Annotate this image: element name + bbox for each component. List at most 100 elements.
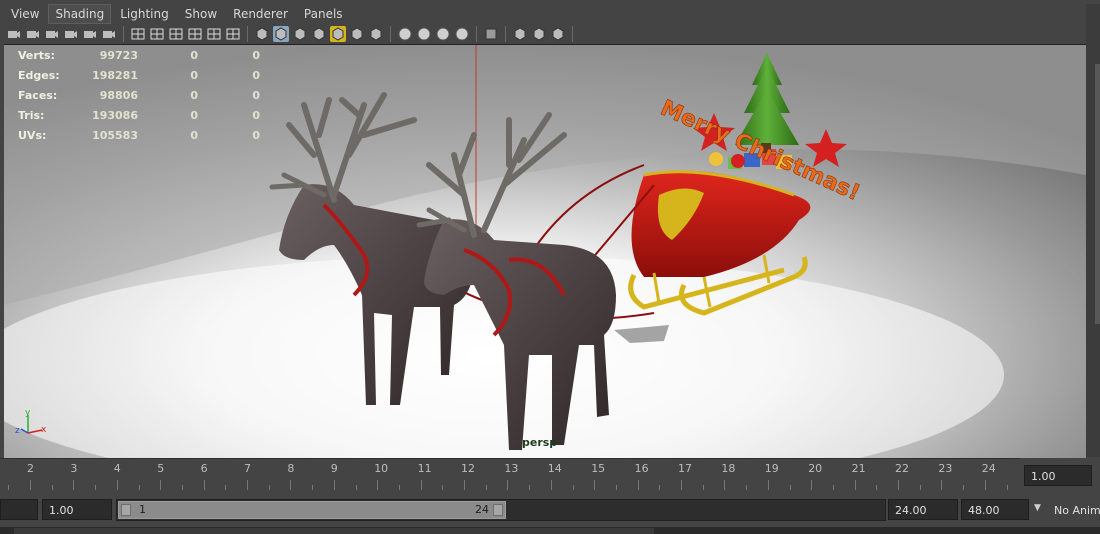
range-handle-right-cap[interactable] xyxy=(493,504,503,516)
frame-tick xyxy=(637,480,639,490)
frame-tick-label: 16 xyxy=(634,462,649,475)
grease-pencil-icon[interactable] xyxy=(101,26,117,42)
hud-value: 0 xyxy=(252,48,260,62)
xray-joints-icon[interactable] xyxy=(531,26,547,42)
hud-value: 198281 xyxy=(92,68,138,82)
film-gate-icon[interactable] xyxy=(149,26,165,42)
frame-tick xyxy=(203,480,205,490)
field-chart-icon[interactable] xyxy=(206,26,222,42)
xray-components-icon[interactable] xyxy=(550,26,566,42)
menu-renderer[interactable]: Renderer xyxy=(226,4,295,24)
frame-tick-label: 24 xyxy=(981,462,996,475)
frame-tick-label: 3 xyxy=(70,462,78,475)
scroll-grip[interactable] xyxy=(1095,64,1100,324)
frame-tick-minor xyxy=(225,485,227,490)
two-d-pan-icon[interactable] xyxy=(82,26,98,42)
playback-end-field[interactable]: 24.00 xyxy=(888,499,958,520)
frame-tick-minor xyxy=(8,485,10,490)
current-frame-field[interactable]: 1.00 xyxy=(1024,465,1092,486)
animation-end-field[interactable]: 48.00 xyxy=(961,499,1029,520)
toolbar-separator xyxy=(572,26,573,42)
hud-label: Faces: xyxy=(18,88,58,102)
frame-tick-label: 19 xyxy=(764,462,779,475)
resolution-gate-icon[interactable] xyxy=(168,26,184,42)
hud-value: 98806 xyxy=(99,88,138,102)
wireframe-icon[interactable] xyxy=(254,26,270,42)
command-line-field[interactable] xyxy=(14,528,654,534)
menu-view[interactable]: View xyxy=(4,4,46,24)
multisample-aa-icon[interactable] xyxy=(416,26,432,42)
frame-tick-minor xyxy=(876,485,878,490)
perspective-viewport[interactable]: Merry Christmas! y x z Verts: 99723 0 0 … xyxy=(4,44,1086,458)
hud-value: 105583 xyxy=(92,128,138,142)
range-slider-end-label: 24 xyxy=(475,503,489,516)
smooth-shade-icon[interactable] xyxy=(273,26,289,42)
axis-z-label: z xyxy=(15,426,20,436)
safe-title-icon[interactable] xyxy=(225,26,241,42)
frame-tick-minor xyxy=(268,485,270,490)
time-slider[interactable]: 2 3 4 5 6 7 8 9 10 11 12 13 14 15 16 17 18 19 20 21 22 23 24 xyxy=(0,458,1020,492)
frame-tick-label: 17 xyxy=(678,462,692,475)
select-camera-icon[interactable] xyxy=(6,26,22,42)
motion-blur-icon[interactable] xyxy=(397,26,413,42)
hud-value: 0 xyxy=(252,108,260,122)
frame-tick-label: 20 xyxy=(808,462,823,475)
menu-show[interactable]: Show xyxy=(178,4,224,24)
grid-icon[interactable] xyxy=(130,26,146,42)
frame-tick-label: 22 xyxy=(895,462,909,475)
frame-tick xyxy=(594,480,596,490)
frame-tick xyxy=(724,480,726,490)
isolate-select-icon[interactable] xyxy=(483,26,499,42)
hud-row: Tris: 193086 0 0 xyxy=(18,105,260,125)
xray-icon[interactable] xyxy=(512,26,528,42)
frame-tick xyxy=(767,480,769,490)
frame-tick-label: 8 xyxy=(287,462,295,475)
menu-lighting[interactable]: Lighting xyxy=(113,4,176,24)
hud-row: Verts: 99723 0 0 xyxy=(18,45,260,65)
start-time-field-partial[interactable] xyxy=(0,499,38,520)
frame-tick xyxy=(984,480,986,490)
menu-panels[interactable]: Panels xyxy=(297,4,350,24)
frame-tick-minor xyxy=(659,485,661,490)
menu-shading[interactable]: Shading xyxy=(48,4,112,24)
anim-layer-dropdown-icon[interactable]: ▼ xyxy=(1034,503,1041,513)
hud-label: Edges: xyxy=(18,68,60,82)
hud-label: UVs: xyxy=(18,128,47,142)
shadows-icon[interactable] xyxy=(349,26,365,42)
textured-icon[interactable] xyxy=(311,26,327,42)
range-handle-left-cap[interactable] xyxy=(121,504,131,516)
frame-tick xyxy=(420,480,422,490)
screen-space-ao-icon[interactable] xyxy=(368,26,384,42)
frame-tick xyxy=(160,480,162,490)
image-plane-icon[interactable] xyxy=(63,26,79,42)
gate-mask-icon[interactable] xyxy=(187,26,203,42)
depth-of-field-icon[interactable] xyxy=(435,26,451,42)
frame-tick xyxy=(464,480,465,490)
frame-tick-minor xyxy=(919,485,921,490)
frame-tick-label: 12 xyxy=(461,462,475,475)
bookmarks-icon[interactable] xyxy=(44,26,60,42)
hud-value: 193086 xyxy=(92,108,138,122)
range-slider-handle[interactable]: 1 24 xyxy=(118,501,506,519)
frame-tick-label: 23 xyxy=(938,462,953,475)
frame-tick-label: 13 xyxy=(504,462,519,475)
hardware-fog-icon[interactable] xyxy=(454,26,470,42)
frame-tick-minor xyxy=(832,485,834,490)
frame-tick-label: 6 xyxy=(200,462,208,475)
playback-start-field[interactable]: 1.00 xyxy=(42,499,112,520)
axis-x-label: x xyxy=(41,425,47,435)
frame-tick-minor xyxy=(746,485,748,490)
frame-tick xyxy=(854,480,856,490)
camera-attributes-icon[interactable] xyxy=(25,26,41,42)
use-default-light-icon[interactable] xyxy=(330,26,346,42)
frame-tick-label: 4 xyxy=(113,462,121,475)
frame-tick xyxy=(247,480,248,490)
anim-layer-label[interactable]: No Anim xyxy=(1054,504,1100,517)
hud-row: Edges: 198281 0 0 xyxy=(18,65,260,85)
frame-tick xyxy=(377,480,379,490)
frame-tick xyxy=(550,480,552,490)
frame-tick-label: 18 xyxy=(721,462,736,475)
wireframe-on-shaded-icon[interactable] xyxy=(292,26,308,42)
panel-scroll-edge[interactable] xyxy=(1086,4,1100,457)
frame-tick xyxy=(811,480,813,490)
